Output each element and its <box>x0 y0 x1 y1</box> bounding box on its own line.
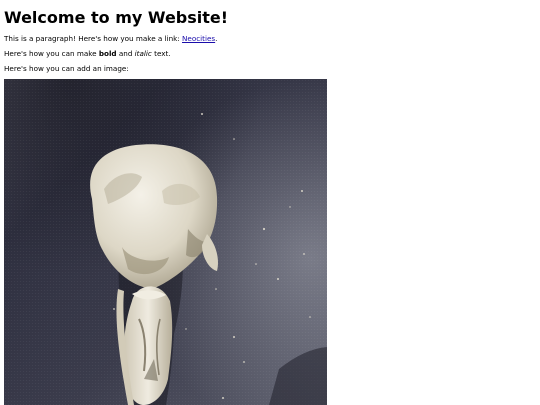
formatting-text-end: text. <box>151 49 171 58</box>
bold-text: bold <box>98 49 117 58</box>
formatting-text-start: Here's how you can make <box>4 49 99 58</box>
page-title: Welcome to my Website! <box>4 8 229 27</box>
formatting-text-and: and <box>116 49 135 58</box>
intro-period: . <box>215 34 218 43</box>
page: Welcome to my Website! This is a paragra… <box>0 0 540 405</box>
italic-text: italic <box>134 49 152 58</box>
intro-paragraph: This is a paragraph! Here's how you make… <box>4 34 536 44</box>
neocities-link[interactable]: Neocities <box>182 34 215 43</box>
bird-skull-image <box>4 79 327 405</box>
formatting-paragraph: Here's how you can make bold and italic … <box>4 49 536 59</box>
intro-text: This is a paragraph! Here's how you make… <box>4 34 183 43</box>
image-intro-paragraph: Here's how you can add an image: <box>4 64 129 73</box>
